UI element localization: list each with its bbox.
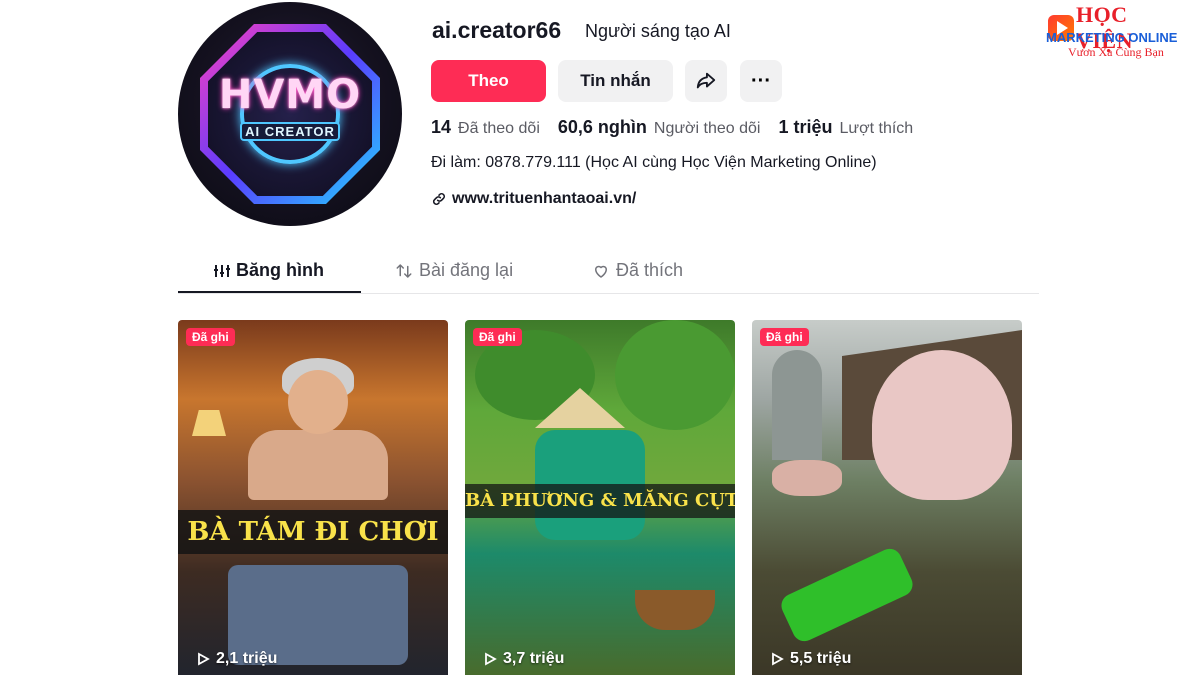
video-view-count: 3,7 triệu: [503, 650, 565, 667]
avatar-title: HVMO: [218, 72, 362, 118]
video-card[interactable]: BÀ TÁM ĐI CHƠI Đã ghi 2,1 triệu: [178, 320, 448, 675]
thumbnail-lamp: [192, 410, 226, 436]
video-views: 2,1 triệu: [196, 650, 277, 668]
tab-reposts[interactable]: Bài đăng lại: [395, 260, 513, 281]
tab-liked-label: Đã thích: [616, 260, 684, 280]
video-views: 3,7 triệu: [483, 650, 564, 668]
play-icon: [772, 652, 784, 666]
thumbnail-silo: [772, 350, 822, 460]
share-icon: [696, 72, 716, 89]
thumbnail-face: [288, 370, 348, 434]
active-tab-indicator: [178, 291, 361, 293]
play-icon: [485, 652, 497, 666]
heart-icon: [595, 265, 607, 278]
video-title: BÀ TÁM ĐI CHƠI: [178, 510, 448, 554]
username: ai.creator66: [432, 17, 562, 43]
video-badge: Đã ghi: [186, 328, 235, 346]
thumbnail-pig-small: [772, 460, 842, 496]
likes-label: Lượt thích: [839, 120, 914, 137]
thumbnail-basket: [635, 590, 715, 630]
video-badge: Đã ghi: [473, 328, 522, 346]
video-view-count: 2,1 triệu: [216, 650, 278, 667]
following-count[interactable]: 14: [431, 117, 451, 138]
video-title: BÀ PHƯƠNG & MĂNG CỤT: [465, 484, 735, 518]
brand-line2: MARKETING ONLINE: [1046, 30, 1178, 45]
profile-tabs: Băng hình Bài đăng lại Đã thích: [178, 254, 1039, 294]
avatar-subtitle: AI CREATOR: [240, 122, 340, 141]
video-badge: Đã ghi: [760, 328, 809, 346]
video-views: 5,5 triệu: [770, 650, 851, 668]
share-button[interactable]: [685, 60, 727, 102]
grid-icon: [214, 264, 230, 277]
tab-liked[interactable]: Đã thích: [592, 260, 683, 281]
tab-reposts-label: Bài đăng lại: [419, 260, 514, 280]
play-icon: [198, 652, 210, 666]
thumbnail-foliage: [615, 320, 735, 430]
thumbnail-bottle: [777, 544, 917, 646]
video-card[interactable]: BÀ PHƯƠNG & MĂNG CỤT Đã ghi 3,7 triệu: [465, 320, 735, 675]
tab-videos-label: Băng hình: [236, 260, 324, 280]
brand-slogan: Vươn Xa Cùng Bạn: [1068, 45, 1164, 59]
link-icon: [432, 192, 446, 206]
more-options-button[interactable]: ···: [740, 60, 782, 102]
profile-link-text[interactable]: www.trituenhantaoai.vn/: [452, 190, 636, 208]
profile-link[interactable]: www.trituenhantaoai.vn/: [431, 190, 636, 208]
thumbnail-pig: [872, 350, 1012, 500]
profile-stats: 14 Đã theo dõi 60,6 nghìn Người theo dõi…: [431, 117, 931, 138]
repost-icon: [396, 263, 412, 278]
followers-label[interactable]: Người theo dõi: [654, 120, 761, 138]
following-label[interactable]: Đã theo dõi: [458, 120, 540, 138]
message-button[interactable]: Tin nhắn: [558, 60, 673, 102]
followers-count[interactable]: 60,6 nghìn: [558, 117, 647, 138]
thumbnail-figure: [248, 430, 388, 500]
likes-count: 1 triệu: [778, 117, 833, 137]
brand-watermark: HỌC VIỆN MARKETING ONLINE Vươn Xa Cùng B…: [1040, 0, 1190, 62]
video-view-count: 5,5 triệu: [790, 650, 852, 667]
nickname: Người sáng tạo AI: [585, 21, 731, 41]
profile-bio: Đi làm: 0878.779.111 (Học AI cùng Học Vi…: [431, 154, 877, 171]
tab-videos[interactable]: Băng hình: [214, 260, 324, 281]
profile-avatar[interactable]: HVMO AI CREATOR: [178, 2, 402, 226]
follow-button[interactable]: Theo: [431, 60, 546, 102]
video-card[interactable]: Đã ghi 5,5 triệu: [752, 320, 1022, 675]
